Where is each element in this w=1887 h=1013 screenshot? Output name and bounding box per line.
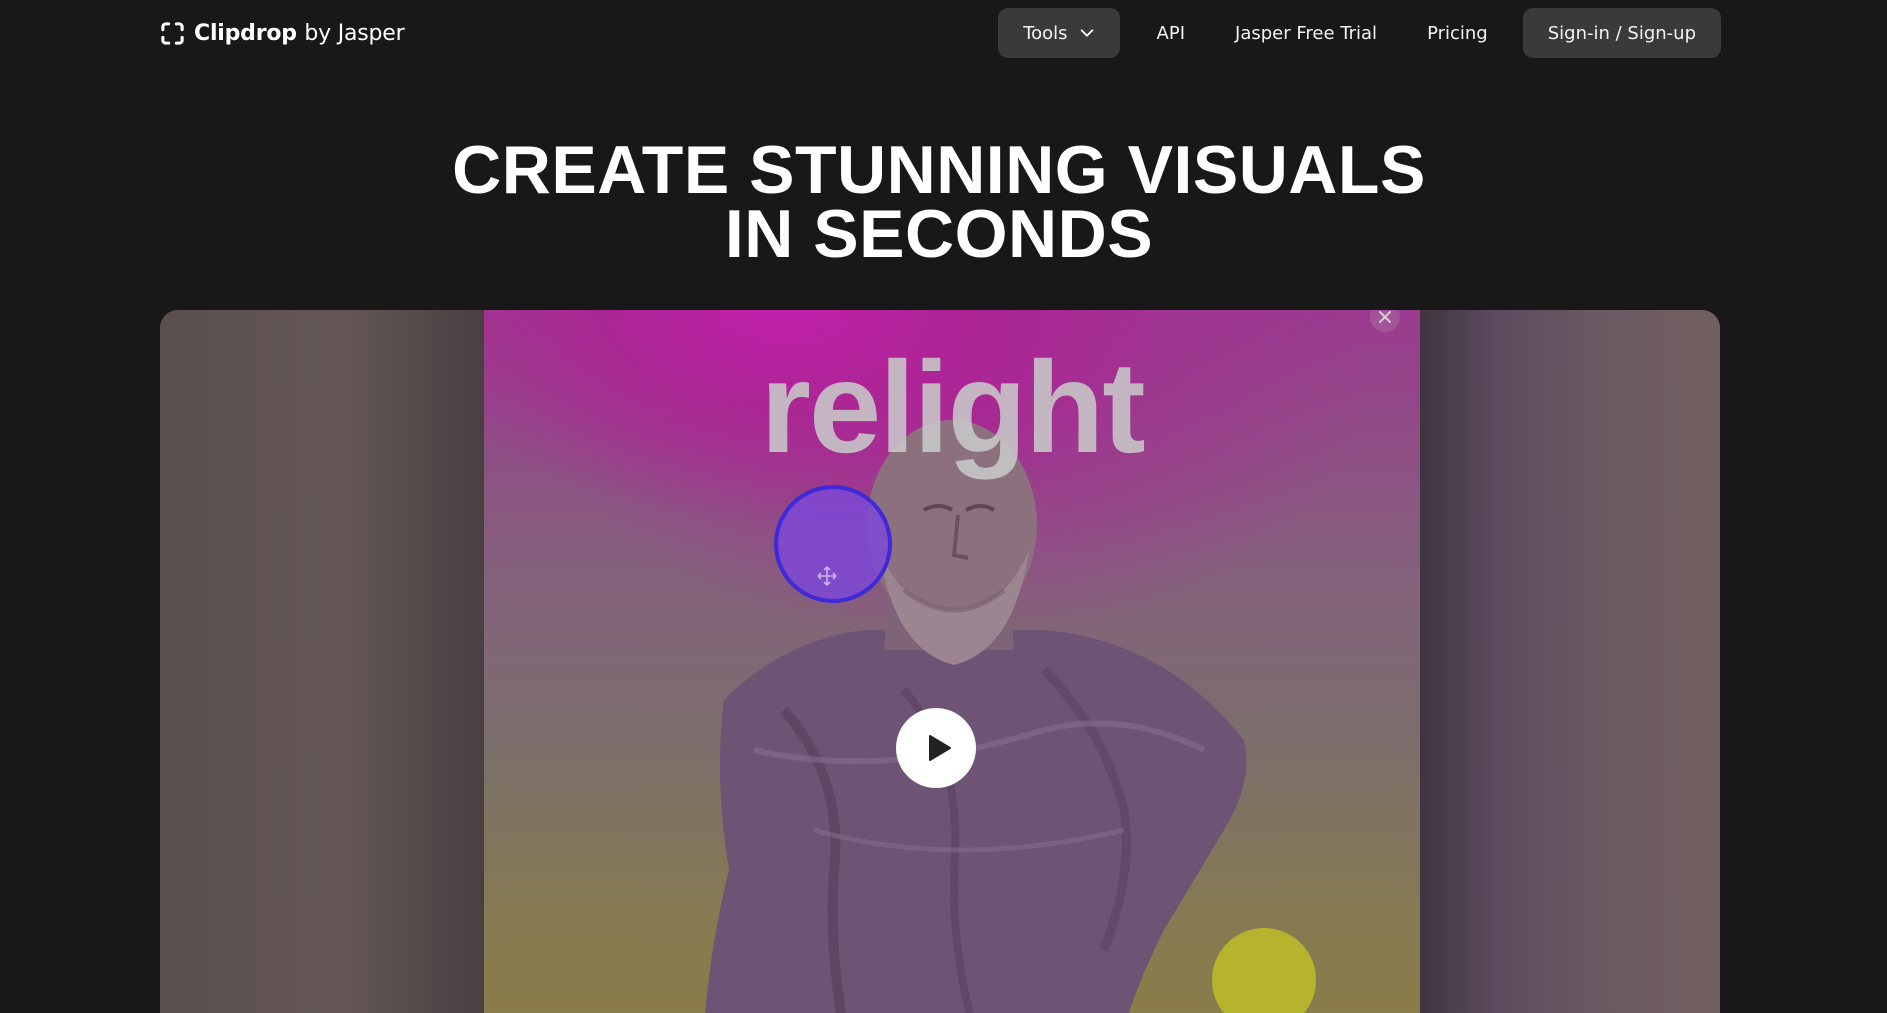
clipdrop-logo-icon bbox=[161, 21, 184, 45]
relight-overlay-text: relight bbox=[760, 334, 1145, 480]
hero-title: CREATE STUNNING VISUALS IN SECONDS bbox=[0, 132, 1878, 272]
video-blurred-right-edge bbox=[1420, 310, 1720, 1013]
hero-title-line-2: IN SECONDS bbox=[724, 196, 1154, 272]
clipdrop-logo[interactable]: Clipdrop by Jasper bbox=[159, 18, 405, 48]
chevron-down-icon bbox=[1080, 29, 1093, 37]
nav-link-jasper-free-trial[interactable]: Jasper Free Trial bbox=[1210, 8, 1402, 58]
move-icon bbox=[817, 566, 837, 586]
top-navbar: Clipdrop by Jasper Tools API Jasper Free… bbox=[0, 0, 1887, 66]
logo-text: Clipdrop by Jasper bbox=[194, 20, 405, 46]
logo-suffix: by Jasper bbox=[304, 20, 405, 46]
tools-label: Tools bbox=[1023, 22, 1068, 44]
hero-title-line-1: CREATE STUNNING VISUALS bbox=[452, 132, 1426, 208]
main-nav: Tools API Jasper Free Trial Pricing Sign… bbox=[998, 8, 1721, 58]
tools-menu-button[interactable]: Tools bbox=[998, 8, 1120, 58]
video-blurred-left-edge bbox=[160, 310, 484, 1013]
play-button[interactable] bbox=[896, 708, 976, 788]
nav-link-pricing[interactable]: Pricing bbox=[1402, 8, 1513, 58]
logo-brand: Clipdrop bbox=[194, 20, 297, 46]
demo-video-player[interactable]: relight bbox=[160, 310, 1720, 1013]
page: Clipdrop by Jasper Tools API Jasper Free… bbox=[0, 0, 1887, 1013]
play-icon bbox=[929, 735, 951, 761]
signin-signup-button[interactable]: Sign-in / Sign-up bbox=[1522, 8, 1721, 58]
nav-link-api[interactable]: API bbox=[1132, 8, 1210, 58]
video-frame: relight bbox=[484, 310, 1420, 1013]
